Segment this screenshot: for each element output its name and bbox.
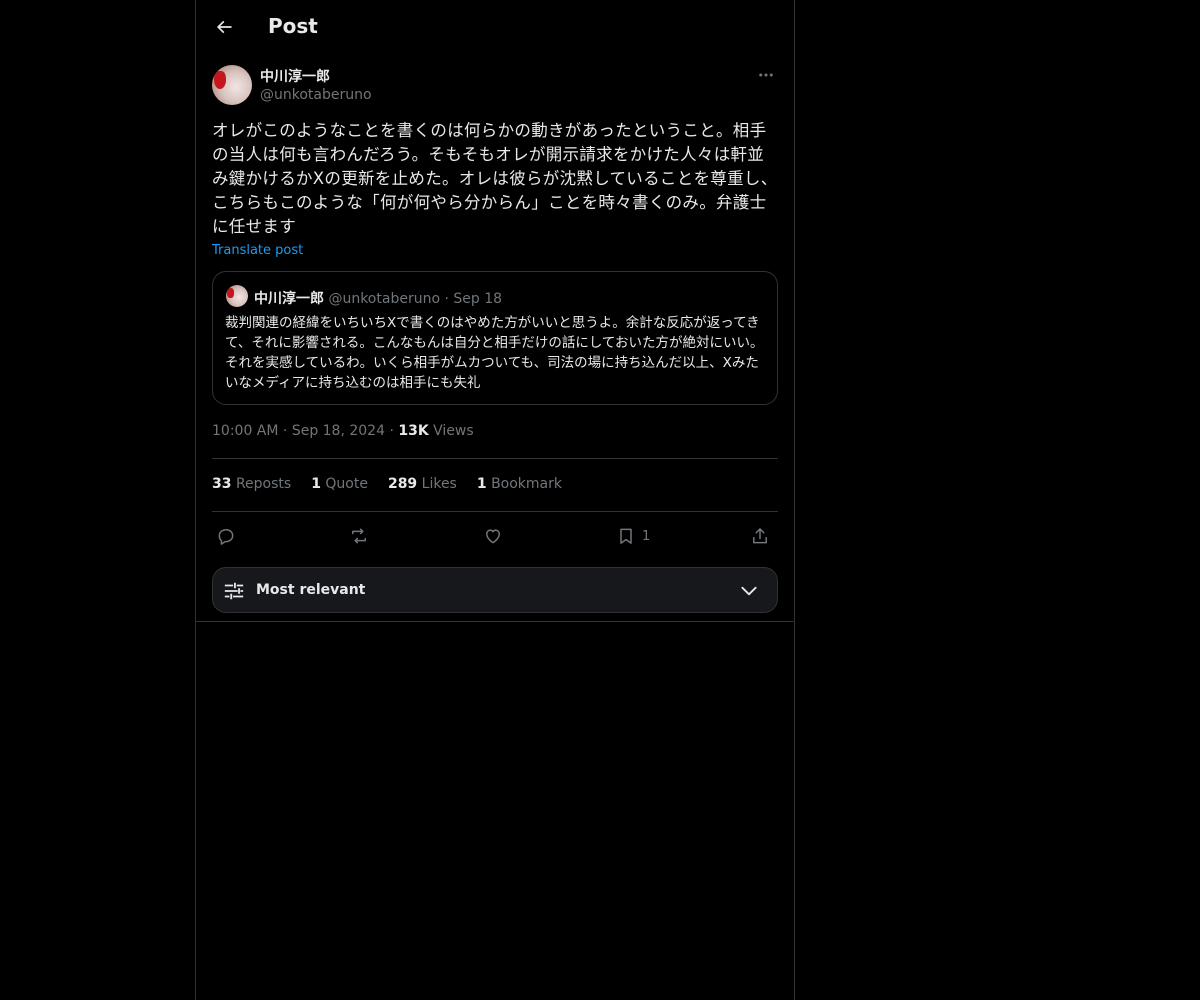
sort-label: Most relevant <box>256 582 366 598</box>
quotes-count: 1 <box>311 476 321 492</box>
share-button[interactable] <box>750 521 770 551</box>
arrow-left-icon <box>216 20 232 34</box>
post-meta: 10:00 AM · Sep 18, 2024 · 13K Views <box>212 423 474 439</box>
bookmarks-count: 1 <box>476 476 487 492</box>
heart-icon <box>486 529 500 544</box>
more-options-button[interactable] <box>752 64 780 86</box>
reply-sort-dropdown[interactable]: Most relevant <box>212 567 778 613</box>
action-bar: 1 <box>212 521 778 551</box>
bookmark-count: 1 <box>642 528 651 544</box>
quote-author-handle: @unkotaberuno <box>328 291 441 307</box>
repost-button[interactable] <box>349 521 369 551</box>
likes-count: 289 <box>387 476 418 492</box>
quote-author-name: 中川淳一郎 <box>254 291 324 307</box>
bookmarks-label: Bookmark <box>491 476 562 492</box>
quote-header: 中川淳一郎 @unkotaberuno · Sep 18 <box>254 288 502 308</box>
post-stats: 33 Reposts 1 Quote 289 Likes 1 Bookmark <box>212 476 562 492</box>
sliders-icon <box>223 580 245 602</box>
post-detail: Post 中川淳一郎 @unkotaberuno オレがこのようなことを書くのは… <box>196 0 794 622</box>
reply-button[interactable] <box>216 521 236 551</box>
translate-post-link[interactable]: Translate post <box>212 243 303 258</box>
divider <box>212 458 778 459</box>
likes-label: Likes <box>421 476 457 492</box>
page-title: Post <box>268 14 318 38</box>
meta-separator: · <box>282 423 288 439</box>
bookmark-icon <box>620 528 632 544</box>
quoted-post[interactable]: 中川淳一郎 @unkotaberuno · Sep 18 裁判関連の経緯をいちい… <box>212 271 778 405</box>
page-header: Post <box>196 0 794 54</box>
bookmark-button[interactable]: 1 <box>616 521 650 551</box>
like-button[interactable] <box>483 521 503 551</box>
quotes-label: Quote <box>325 476 368 492</box>
author-handle[interactable]: @unkotaberuno <box>260 87 372 103</box>
back-button[interactable] <box>210 13 238 41</box>
more-icon <box>759 73 773 77</box>
quote-text: 裁判関連の経緯をいちいちXで書くのはやめた方がいいと思うよ。余計な反応が返ってき… <box>225 315 764 391</box>
reposts-count: 33 <box>212 476 232 492</box>
quote-separator: · <box>444 291 449 307</box>
post-time[interactable]: 10:00 AM <box>212 423 278 439</box>
post-date[interactable]: Sep 18, 2024 <box>292 423 385 439</box>
meta-separator: · <box>389 423 394 439</box>
post-author: 中川淳一郎 @unkotaberuno <box>212 64 780 108</box>
chevron-down-icon <box>739 581 759 601</box>
divider <box>212 511 778 512</box>
reposts-label: Reposts <box>235 476 292 492</box>
views-count: 13K <box>398 423 429 439</box>
reposts-stat[interactable]: 33 Reposts <box>212 476 291 492</box>
repost-icon <box>352 528 366 544</box>
share-icon <box>753 528 767 544</box>
post-text: オレがこのようなことを書くのは何らかの動きがあったということ。相手の当人は何も言… <box>212 121 778 236</box>
avatar[interactable] <box>212 65 252 105</box>
likes-stat[interactable]: 289 Likes <box>388 476 457 492</box>
quote-avatar <box>226 285 248 307</box>
reply-icon <box>218 529 234 545</box>
bookmarks-stat[interactable]: 1 Bookmark <box>477 476 562 492</box>
author-name[interactable]: 中川淳一郎 <box>260 66 330 86</box>
views-label: Views <box>433 423 474 439</box>
main-column: Post 中川淳一郎 @unkotaberuno オレがこのようなことを書くのは… <box>195 0 795 1000</box>
quotes-stat[interactable]: 1 Quote <box>311 476 368 492</box>
quote-date: Sep 18 <box>453 291 503 307</box>
